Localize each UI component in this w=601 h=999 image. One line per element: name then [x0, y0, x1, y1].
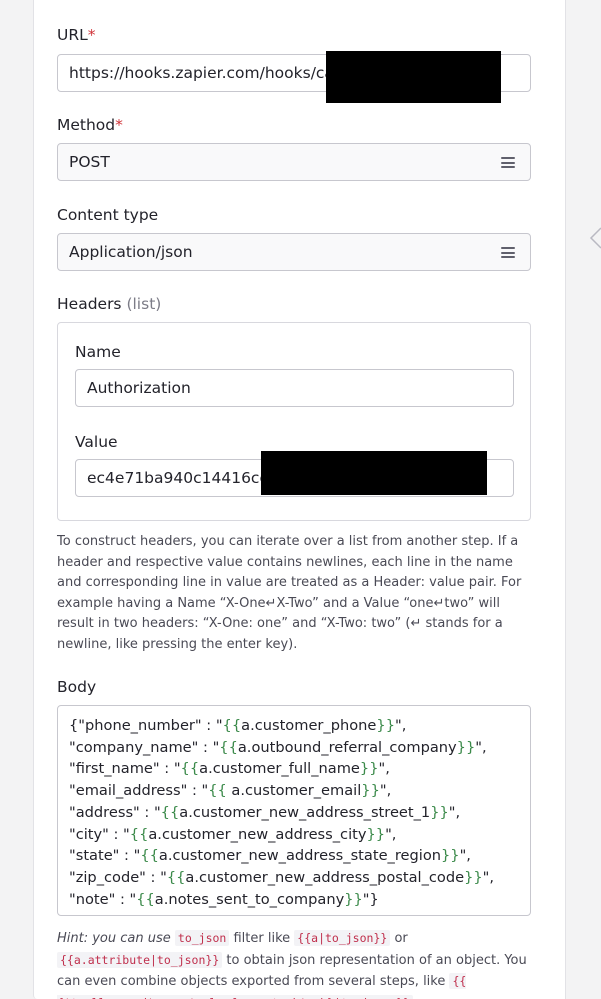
- body-line: "first_name" : "{{a.customer_full_name}}…: [69, 760, 390, 778]
- header-name-value: Authorization: [87, 379, 191, 397]
- method-label: Method*: [57, 116, 123, 134]
- body-line: "zip_code" : "{{a.customer_new_address_p…: [69, 868, 495, 886]
- header-name-input[interactable]: Authorization: [75, 369, 514, 407]
- headers-label: Headers (list): [57, 295, 162, 313]
- headers-help-text: To construct headers, you can iterate ov…: [57, 534, 522, 652]
- content-type-label: Content type: [57, 206, 159, 224]
- body-line: {"phone_number" : "{{a.customer_phone}}"…: [69, 717, 407, 734]
- menu-icon: [501, 247, 515, 258]
- body-line: "city" : "{{a.customer_new_address_city}…: [69, 825, 397, 843]
- chevron-left-icon[interactable]: [589, 226, 601, 250]
- body-line: "state" : "{{a.customer_new_address_stat…: [69, 847, 471, 865]
- body-textarea[interactable]: {"phone_number" : "{{a.customer_phone}}"…: [57, 705, 531, 916]
- body-line: "company_name" : "{{a.outbound_referral_…: [69, 738, 487, 756]
- redaction-block: [261, 451, 487, 495]
- menu-icon: [501, 157, 515, 168]
- redaction-block: [326, 51, 501, 103]
- header-value-value: ec4e71ba940c14416ce7: [87, 469, 279, 487]
- body-hint: Hint: you can use to_json filter like {{…: [57, 928, 535, 999]
- url-value: https://hooks.zapier.com/hooks/catch: [69, 64, 359, 82]
- method-select[interactable]: POST: [57, 143, 531, 181]
- body-line: "note" : "{{a.notes_sent_to_company}}"}: [69, 890, 379, 908]
- content-type-select[interactable]: Application/json: [57, 233, 531, 271]
- method-value: POST: [69, 153, 110, 171]
- content-type-value: Application/json: [69, 243, 193, 261]
- body-line: "address" : "{{a.customer_new_address_st…: [69, 803, 461, 821]
- header-value-label: Value: [75, 433, 118, 451]
- body-line: "email_address" : "{{ a.customer_email}}…: [69, 782, 392, 800]
- body-label: Body: [57, 678, 97, 696]
- url-label: URL*: [57, 26, 96, 44]
- header-name-label: Name: [75, 343, 121, 361]
- headers-qualifier: (list): [126, 295, 162, 313]
